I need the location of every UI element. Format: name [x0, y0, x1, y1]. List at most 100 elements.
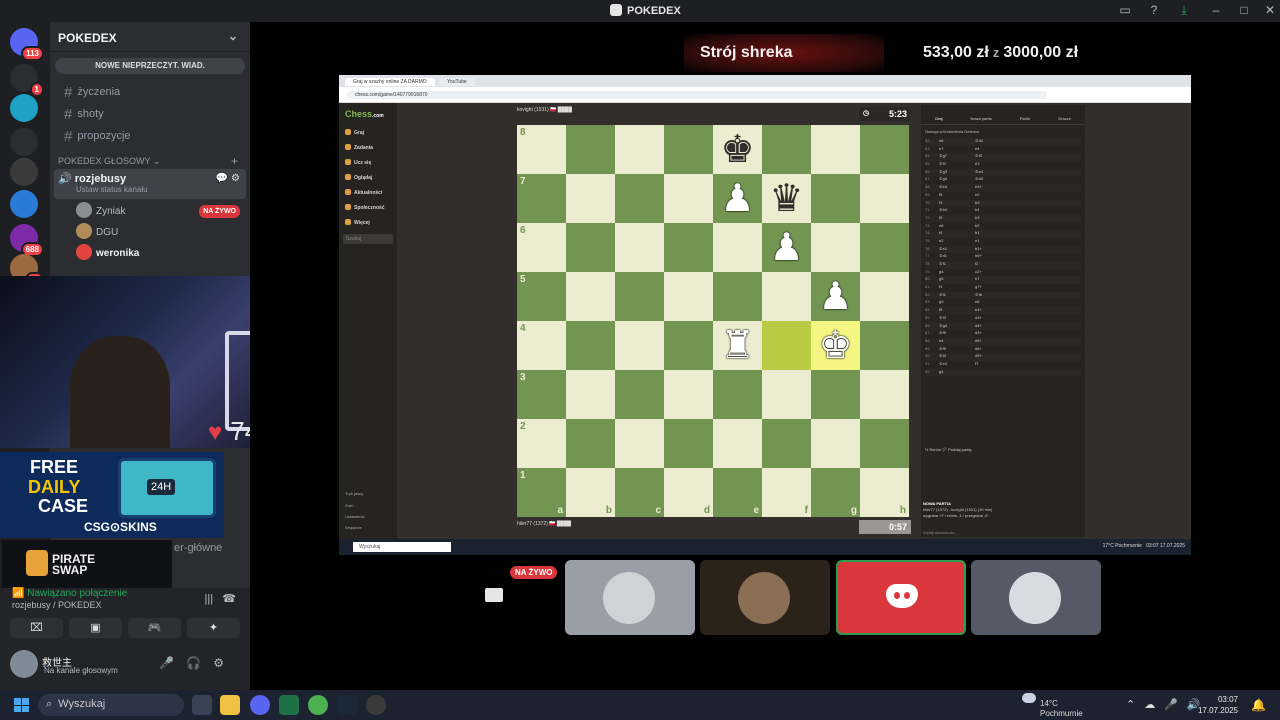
mic-icon[interactable]: 🎤 — [159, 656, 186, 670]
square-f2[interactable] — [762, 419, 811, 468]
add-channel-icon[interactable]: + — [231, 154, 238, 168]
square-g4[interactable]: ♚ — [811, 321, 860, 370]
square-g3[interactable] — [811, 370, 860, 419]
move-san[interactable]: g4 — [939, 369, 975, 377]
file-explorer-icon[interactable] — [220, 695, 240, 715]
move-row[interactable]: 67. ♔g4 ♔d3 — [925, 176, 1081, 184]
move-san[interactable]: ♔g3 — [939, 169, 975, 177]
server-icon-server-wolf[interactable] — [10, 190, 38, 218]
voice-channel-status[interactable]: Ustaw status kanału — [76, 185, 242, 194]
square-b3[interactable] — [566, 370, 615, 419]
new-messages-pill[interactable]: NOWE NIEPRZECZYT. WIAD. — [55, 58, 245, 74]
move-san[interactable]: ♔d4 — [975, 138, 1011, 146]
move-san[interactable]: e4+ — [975, 307, 1011, 315]
chess-nav-item[interactable]: Oglądaj — [339, 170, 397, 185]
move-san[interactable]: ♔f2 — [939, 161, 975, 169]
activity-button[interactable]: 🎮 — [128, 618, 181, 638]
square-a3[interactable]: 3 — [517, 370, 566, 419]
square-f1[interactable]: f — [762, 468, 811, 517]
move-san[interactable]: f7 — [975, 361, 1011, 369]
top-player[interactable]: kovight (1531) 🇵🇱 ████ — [517, 107, 572, 113]
camera-off-button[interactable]: ⌧ — [10, 618, 63, 638]
participant-tile-sunglasses[interactable] — [700, 560, 830, 635]
move-san[interactable]: ♔f1 — [939, 292, 975, 300]
square-g5[interactable]: ♟ — [811, 272, 860, 321]
participant-tile-car[interactable] — [565, 560, 695, 635]
move-san[interactable]: ♔b4 — [939, 207, 975, 215]
move-row[interactable]: 71. ♔b4 b4 — [925, 207, 1081, 215]
square-g7[interactable] — [811, 174, 860, 223]
square-h5[interactable] — [860, 272, 909, 321]
square-f8[interactable] — [762, 125, 811, 174]
move-san[interactable]: e3+ — [975, 184, 1011, 192]
disconnect-icon[interactable]: ☎ — [222, 593, 236, 605]
white-piece-icon[interactable]: ♟ — [762, 223, 811, 272]
white-piece-icon[interactable]: ♚ — [811, 321, 860, 370]
move-san[interactable]: d5+ — [975, 353, 1011, 361]
move-row[interactable]: 92. g4 — [925, 368, 1081, 377]
inbox-icon[interactable]: ▭ — [1117, 3, 1133, 19]
square-f7[interactable]: ♛ — [762, 174, 811, 223]
move-san[interactable]: ♔f6 — [975, 292, 1011, 300]
black-piece-icon[interactable]: ♛ — [762, 174, 811, 223]
square-g2[interactable] — [811, 419, 860, 468]
square-g6[interactable] — [811, 223, 860, 272]
panel-tab[interactable]: Nowa partia — [970, 116, 991, 124]
square-c8[interactable] — [615, 125, 664, 174]
soundboard-button[interactable]: ✦ — [187, 618, 240, 638]
square-b4[interactable] — [566, 321, 615, 370]
square-g1[interactable]: g — [811, 468, 860, 517]
move-san[interactable]: d6+ — [975, 346, 1011, 354]
move-san[interactable]: e3 — [975, 161, 1011, 169]
move-san[interactable]: b3 — [975, 215, 1011, 223]
square-f6[interactable]: ♟ — [762, 223, 811, 272]
move-san[interactable]: ♔f1 — [939, 261, 975, 269]
weather-widget[interactable]: 14°C Pochmurnie — [1022, 693, 1083, 719]
move-san[interactable]: b4 — [975, 207, 1011, 215]
square-b1[interactable]: b — [566, 468, 615, 517]
square-e5[interactable] — [713, 272, 762, 321]
shared-screen-browser[interactable]: Graj w szachy online ZA DARMO YouTube ch… — [339, 75, 1191, 555]
browser-url-bar[interactable]: chess.com/game/140779916870 — [339, 87, 1191, 103]
move-row[interactable]: 74. f4 b1 — [925, 230, 1081, 238]
move-row[interactable]: 66. ♔g3 ♔e4 — [925, 168, 1081, 177]
square-b5[interactable] — [566, 272, 615, 321]
square-h4[interactable] — [860, 321, 909, 370]
square-a6[interactable]: 6 — [517, 223, 566, 272]
screen-share-icon[interactable] — [485, 588, 503, 602]
server-header[interactable]: POKEDEX ⌄ — [50, 22, 250, 52]
move-row[interactable]: 62. e6 ♔d4 — [925, 138, 1081, 146]
black-piece-icon[interactable]: ♚ — [713, 125, 762, 174]
square-e3[interactable] — [713, 370, 762, 419]
square-d7[interactable] — [664, 174, 713, 223]
square-a8[interactable]: 8 — [517, 125, 566, 174]
square-d1[interactable]: d — [664, 468, 713, 517]
help-icon[interactable]: ? — [1146, 3, 1162, 19]
square-f5[interactable] — [762, 272, 811, 321]
move-san[interactable]: g4 — [939, 269, 975, 277]
square-d8[interactable] — [664, 125, 713, 174]
participant-tile-leader[interactable] — [971, 560, 1101, 635]
move-san[interactable]: d3+ — [975, 330, 1011, 338]
move-row[interactable]: 87. ♔f5 d3+ — [925, 330, 1081, 338]
square-d6[interactable] — [664, 223, 713, 272]
move-row[interactable]: 80. g5 b7 — [925, 276, 1081, 285]
move-san[interactable]: f5 — [939, 192, 975, 200]
move-san[interactable]: b7 — [975, 276, 1011, 284]
move-san[interactable]: ♔g7 — [939, 153, 975, 161]
server-icon-server-m[interactable]: 1 — [10, 64, 44, 97]
server-icon-server-red[interactable]: 688 — [10, 224, 44, 257]
square-b8[interactable] — [566, 125, 615, 174]
move-row[interactable]: 90. ♔f4 d5+ — [925, 353, 1081, 361]
square-e4[interactable]: ♜ — [713, 321, 762, 370]
move-san[interactable]: ♔f3 — [939, 315, 975, 323]
chess-nav-item[interactable]: Więcej — [339, 215, 397, 230]
headphones-icon[interactable]: 🎧 — [186, 656, 213, 670]
square-e7[interactable]: ♟ — [713, 174, 762, 223]
browser-tab-chess[interactable]: Graj w szachy online ZA DARMO — [345, 78, 435, 86]
voice-channel-actions[interactable]: 💬 ⚙ — [216, 173, 240, 184]
square-h6[interactable] — [860, 223, 909, 272]
move-san[interactable]: e4 — [939, 338, 975, 346]
square-c4[interactable] — [615, 321, 664, 370]
chess-logo[interactable]: Chess.com — [339, 103, 397, 125]
